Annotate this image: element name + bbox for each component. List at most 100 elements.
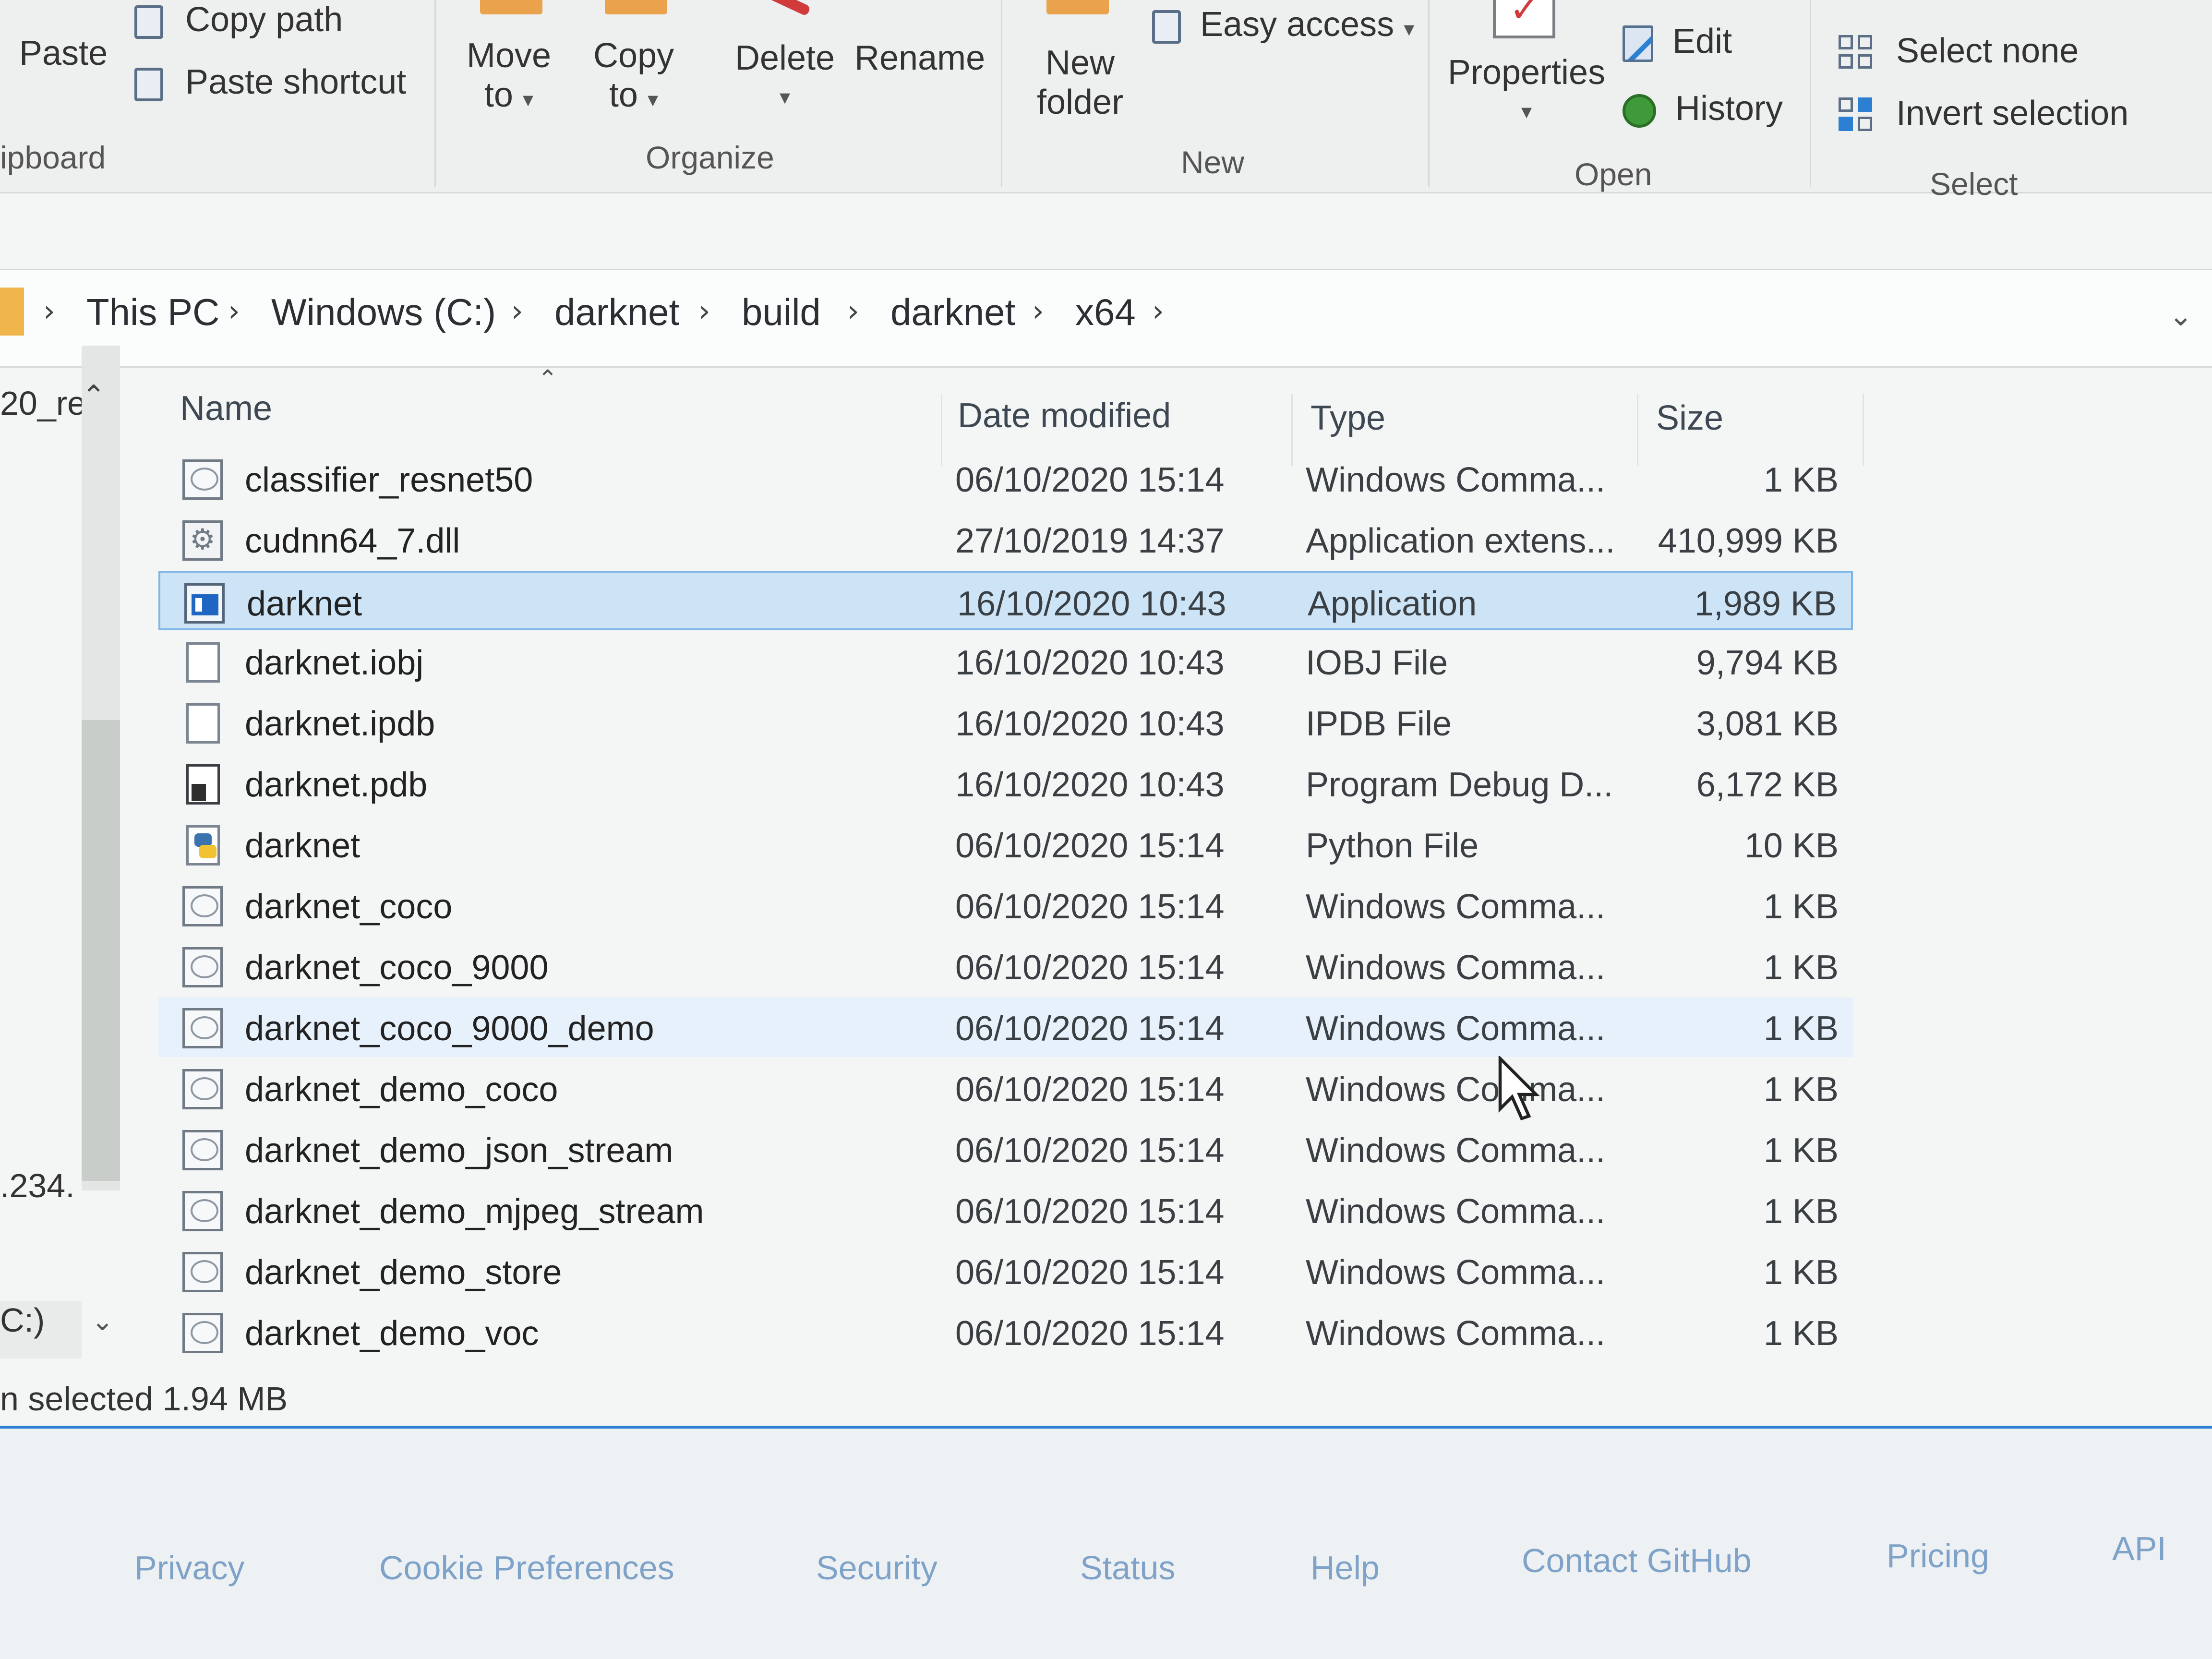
breadcrumb-this-pc[interactable]: This PC <box>86 290 219 334</box>
file-name: darknet_demo_store <box>245 1253 562 1292</box>
history-button[interactable]: History <box>1623 89 1783 128</box>
move-to-label-1: Move <box>466 36 552 75</box>
easy-access-label: Easy access <box>1200 5 1395 44</box>
file-name: darknet_coco_9000_demo <box>245 1010 654 1048</box>
invert-selection-label: Invert selection <box>1896 94 2129 132</box>
column-header-size[interactable]: Size <box>1656 398 1723 438</box>
file-row[interactable]: darknet 06/10/2020 15:14 Python File 10 KB <box>158 815 1853 874</box>
footer-link-pricing[interactable]: Pricing <box>1887 1537 1989 1575</box>
file-date-modified: 06/10/2020 15:14 <box>955 461 1225 499</box>
file-row[interactable]: darknet.iobj 16/10/2020 10:43 IOBJ File 9,7… <box>158 632 1853 691</box>
file-row[interactable]: darknet.ipdb 16/10/2020 10:43 IPDB File 3,0… <box>158 693 1853 752</box>
file-size: 1 KB <box>1763 888 1839 926</box>
breadcrumb-darknet[interactable]: darknet <box>554 290 679 334</box>
file-row[interactable]: darknet_demo_mjpeg_stream 06/10/2020 15:1… <box>158 1180 1853 1240</box>
status-bar: n selected 1.94 MB <box>0 1373 2212 1429</box>
footer-link-cookie-preferences[interactable]: Cookie Preferences <box>379 1549 674 1587</box>
breadcrumb-build[interactable]: build <box>742 290 821 334</box>
chevron-right-icon[interactable]: › <box>847 293 859 328</box>
file-date-modified: 16/10/2020 10:43 <box>955 705 1225 743</box>
web-footer: Privacy Cookie Preferences Security Stat… <box>0 1429 2212 1659</box>
status-selection-text: n selected 1.94 MB <box>0 1380 288 1418</box>
file-type: Application extens... <box>1306 522 1615 560</box>
footer-link-api[interactable]: API <box>2112 1529 2166 1568</box>
file-type: Windows Comma... <box>1306 1070 1606 1109</box>
nav-item-drive[interactable]: C:) <box>0 1301 82 1358</box>
footer-link-privacy[interactable]: Privacy <box>134 1549 244 1587</box>
footer-link-security[interactable]: Security <box>816 1549 938 1587</box>
footer-link-help[interactable]: Help <box>1310 1549 1380 1587</box>
file-size: 10 KB <box>1744 827 1839 865</box>
easy-access-button[interactable]: Easy access ▾ <box>1152 5 1414 44</box>
column-header-date[interactable]: Date modified <box>958 396 1171 435</box>
ribbon-divider <box>434 0 436 187</box>
file-row[interactable]: darknet_demo_json_stream 06/10/2020 15:14… <box>158 1119 1853 1179</box>
file-size: 1 KB <box>1763 461 1839 499</box>
chevron-right-icon[interactable]: › <box>1032 293 1044 328</box>
nav-item[interactable]: .234. <box>0 1166 75 1205</box>
cmd-file-icon <box>182 1252 223 1292</box>
file-row[interactable]: darknet_coco 06/10/2020 15:14 Windows Comm… <box>158 876 1853 935</box>
properties-button[interactable]: Properties ▾ <box>1445 53 1608 132</box>
select-none-button[interactable]: Select none <box>1839 31 2079 72</box>
nav-item[interactable]: 20_re <box>0 384 86 422</box>
invert-selection-button[interactable]: Invert selection <box>1839 94 2128 134</box>
chevron-right-icon[interactable]: › <box>698 293 710 328</box>
move-to-button[interactable]: Move to ▾ <box>466 36 552 120</box>
breadcrumb-windows-c[interactable]: Windows (C:) <box>271 290 496 334</box>
copy-path-icon <box>134 5 163 39</box>
file-type: Windows Comma... <box>1306 888 1606 926</box>
file-row[interactable]: darknet_coco_9000 06/10/2020 15:14 Windows… <box>158 937 1853 996</box>
address-history-dropdown-icon[interactable]: ⌄ <box>2169 299 2193 333</box>
file-size: 1,989 KB <box>1694 585 1837 623</box>
file-row[interactable]: darknet_coco_9000_demo 06/10/2020 15:14 Wi… <box>158 998 1853 1057</box>
file-row[interactable]: darknet_demo_store 06/10/2020 15:14 Window… <box>158 1241 1853 1301</box>
file-row[interactable]: darknet_demo_coco 06/10/2020 15:14 Windows… <box>158 1058 1853 1118</box>
column-header-type[interactable]: Type <box>1310 398 1385 438</box>
cmd-file-icon <box>182 459 223 500</box>
pdb-file-icon <box>186 764 220 805</box>
file-type: IPDB File <box>1306 705 1452 743</box>
address-bar[interactable]: › This PC › Windows (C:) › darknet › bui… <box>0 269 2212 368</box>
column-header-name[interactable]: Name <box>180 389 272 428</box>
chevron-right-icon[interactable]: › <box>228 293 240 328</box>
paste-button[interactable]: Paste <box>19 34 108 73</box>
move-to-icon <box>480 0 542 14</box>
footer-link-contact-github[interactable]: Contact GitHub <box>1522 1541 1752 1580</box>
footer-link-status[interactable]: Status <box>1080 1549 1175 1587</box>
file-row[interactable]: darknet.pdb 16/10/2020 10:43 Program Debug… <box>158 754 1853 813</box>
breadcrumb-darknet-2[interactable]: darknet <box>890 290 1015 334</box>
breadcrumb-x64[interactable]: x64 <box>1075 290 1136 334</box>
nav-scrollbar-thumb[interactable] <box>82 720 120 1181</box>
file-type: Python File <box>1306 827 1479 865</box>
scroll-down-icon[interactable]: ⌄ <box>91 1306 114 1337</box>
chevron-down-icon: ▾ <box>1521 99 1532 124</box>
edit-button[interactable]: Edit <box>1623 22 1732 62</box>
column-divider[interactable] <box>1863 394 1864 466</box>
new-group-label: New <box>1181 144 1245 180</box>
move-to-label-2: to ▾ <box>484 76 534 114</box>
select-none-icon <box>1839 35 1875 72</box>
blank-file-icon <box>186 642 220 683</box>
file-row[interactable]: darknet_demo_voc 06/10/2020 15:14 Windows … <box>158 1302 1853 1362</box>
file-row[interactable]: darknet 16/10/2020 10:43 Application 1,989 … <box>158 571 1853 630</box>
file-date-modified: 06/10/2020 15:14 <box>955 1253 1225 1292</box>
select-group-label: Select <box>1930 166 2018 202</box>
paste-shortcut-button[interactable]: Paste shortcut <box>134 62 406 102</box>
delete-label: Delete <box>734 39 835 77</box>
scroll-up-icon[interactable]: ⌃ <box>82 379 106 413</box>
rename-button[interactable]: Rename <box>854 38 985 78</box>
file-date-modified: 06/10/2020 15:14 <box>955 1314 1225 1353</box>
copy-path-button[interactable]: Copy path <box>134 0 343 39</box>
delete-button[interactable]: Delete ▾ <box>730 38 840 117</box>
file-row[interactable]: cudnn64_7.dll 27/10/2019 14:37 Application… <box>158 510 1853 569</box>
file-type: Windows Comma... <box>1306 1192 1606 1231</box>
chevron-right-icon[interactable]: › <box>511 293 523 328</box>
file-list[interactable]: ⌃ Name Date modified Type Size classifie… <box>158 365 1867 1387</box>
copy-to-button[interactable]: Copy to ▾ <box>590 36 677 120</box>
new-folder-button[interactable]: New folder <box>1018 43 1142 122</box>
file-row[interactable]: classifier_resnet50 06/10/2020 15:14 Windo… <box>158 449 1853 508</box>
new-folder-icon <box>1046 0 1109 14</box>
ribbon: Paste Copy path Paste shortcut ipboard M… <box>0 0 2212 202</box>
chevron-right-icon[interactable]: › <box>1152 293 1164 328</box>
